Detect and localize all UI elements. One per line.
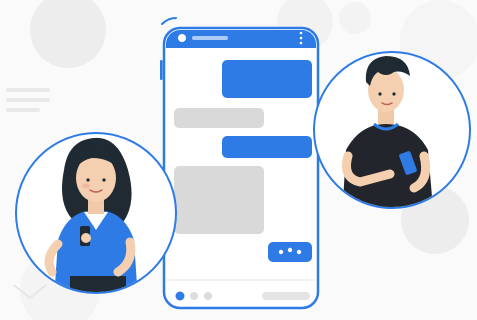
message-sent-bubble [222,60,312,98]
message-sent-bubble [222,136,312,158]
kebab-menu-icon [299,31,303,45]
camera-dot [178,34,186,42]
message-received-bubble [174,166,264,234]
typing-indicator-icon [268,242,312,262]
smartphone-icon [160,17,320,310]
input-bar [262,292,310,300]
nav-dot [190,292,198,300]
message-received-bubble [174,108,264,128]
nav-dot [204,292,212,300]
chat-illustration [0,0,477,320]
header-bar [192,36,228,40]
phone-header [166,30,316,48]
nav-dot-active [175,291,185,301]
